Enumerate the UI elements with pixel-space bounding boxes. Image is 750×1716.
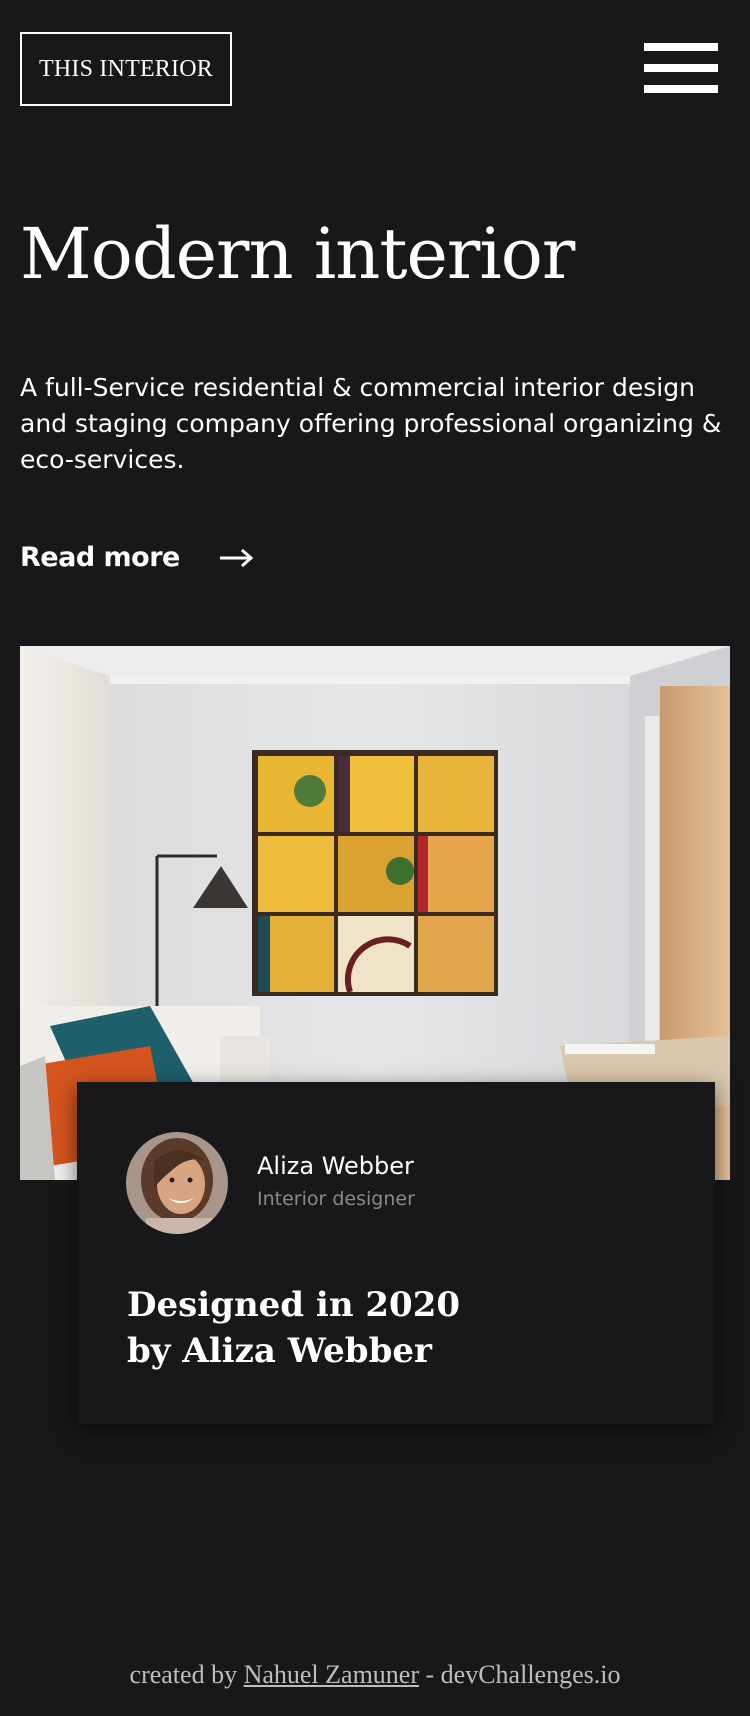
read-more-link[interactable]: Read more: [20, 542, 254, 573]
hero-title: Modern interior: [20, 213, 575, 295]
designer-name: Aliza Webber: [257, 1152, 414, 1180]
designer-avatar: [126, 1132, 228, 1234]
hamburger-menu-icon[interactable]: [644, 43, 718, 93]
footer-prefix: created by: [129, 1660, 238, 1689]
author-link[interactable]: Nahuel Zamuner: [244, 1660, 419, 1689]
card-title-line-1: Designed in 2020: [127, 1285, 461, 1325]
menu-bar: [644, 43, 718, 51]
read-more-label: Read more: [20, 542, 180, 573]
footer-suffix: - devChallenges.io: [425, 1660, 621, 1689]
brand-logo[interactable]: THIS INTERIOR: [20, 32, 232, 106]
designer-card: Aliza Webber Interior designer Designed …: [77, 1082, 715, 1424]
card-title: Designed in 2020 by Aliza Webber: [127, 1282, 667, 1374]
card-title-line-2: by Aliza Webber: [127, 1331, 432, 1371]
designer-role: Interior designer: [257, 1188, 415, 1210]
menu-bar: [644, 85, 718, 93]
menu-bar: [644, 64, 718, 72]
arrow-right-icon: [219, 548, 254, 568]
hero-description: A full-Service residential & commercial …: [20, 373, 722, 474]
site-footer: created by Nahuel Zamuner - devChallenge…: [0, 1660, 750, 1690]
